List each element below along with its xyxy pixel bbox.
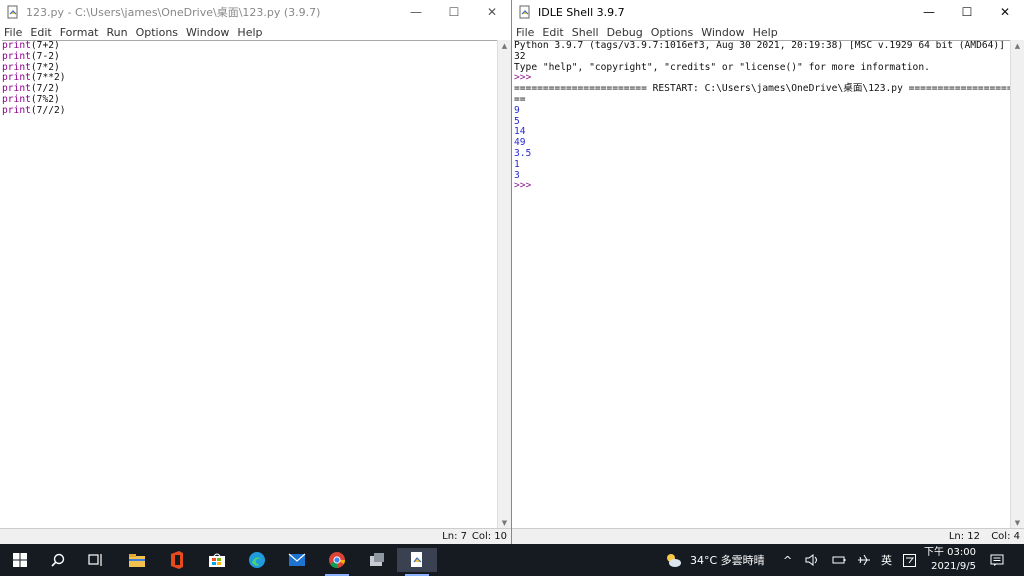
column-indicator: Col: 10 (471, 531, 507, 542)
output-line: 1 (514, 158, 520, 170)
network-airplane-icon[interactable] (857, 544, 871, 576)
editor-scrollbar[interactable]: ▲ ▼ (497, 40, 511, 529)
menu-run[interactable]: Run (107, 26, 128, 39)
office-icon[interactable] (157, 548, 197, 572)
minimize-button[interactable]: — (397, 0, 435, 24)
file-explorer-icon[interactable] (117, 548, 157, 572)
idle-file-icon (6, 5, 20, 19)
menu-help[interactable]: Help (753, 26, 778, 39)
banner-line: Type "help", "copyright", "credits" or "… (514, 61, 930, 73)
editor-statusbar: Ln: 7 Col: 10 (0, 528, 511, 544)
code-line: print(7/2) (2, 83, 60, 95)
output-line: 5 (514, 115, 520, 127)
mail-icon[interactable] (277, 548, 317, 572)
partly-cloudy-icon (667, 554, 681, 567)
menu-file[interactable]: File (4, 26, 22, 39)
editor-title: 123.py - C:\Users\james\OneDrive\桌面\123.… (26, 6, 321, 19)
edge-icon[interactable] (237, 548, 277, 572)
restart-line: == (514, 93, 526, 105)
taskbar: 34°C 多雲時晴 ^ 英 下午 03:00 2021/9/5 (0, 544, 1024, 576)
menu-format[interactable]: Format (60, 26, 99, 39)
menu-edit[interactable]: Edit (542, 26, 563, 39)
output-line: 14 (514, 126, 526, 138)
battery-icon[interactable] (832, 544, 846, 576)
system-clock[interactable]: 下午 03:00 2021/9/5 (924, 546, 976, 574)
idle-shell-icon (518, 5, 532, 19)
code-editor[interactable]: print(7+2) print(7-2) print(7*2) print(7**2… (2, 40, 497, 529)
close-button[interactable]: ✕ (986, 0, 1024, 24)
maximize-button[interactable]: ☐ (948, 0, 986, 24)
shell-titlebar[interactable]: IDLE Shell 3.9.7 — ☐ ✕ (512, 0, 1024, 24)
output-line: 3.5 (514, 147, 532, 159)
editor-window: 123.py - C:\Users\james\OneDrive\桌面\123.… (0, 0, 512, 544)
weather-text: 34°C 多雲時晴 (690, 554, 765, 567)
chrome-icon[interactable] (317, 548, 357, 576)
restart-line: ======================= RESTART: C:\User… (514, 83, 1010, 95)
close-button[interactable]: ✕ (473, 0, 511, 24)
clock-date: 2021/9/5 (931, 561, 976, 572)
editor-titlebar[interactable]: 123.py - C:\Users\james\OneDrive\桌面\123.… (0, 0, 511, 24)
scroll-up-icon[interactable]: ▲ (1011, 40, 1024, 52)
menu-window[interactable]: Window (186, 26, 229, 39)
minimize-button[interactable]: — (910, 0, 948, 24)
menu-options[interactable]: Options (651, 26, 693, 39)
menu-shell[interactable]: Shell (572, 26, 599, 39)
clock-time: 下午 03:00 (924, 547, 976, 558)
volume-icon[interactable] (805, 544, 819, 576)
code-line: print(7*2) (2, 61, 60, 73)
column-indicator: Col: 4 (991, 531, 1020, 542)
app-box-icon[interactable] (357, 548, 397, 572)
banner-line: Python 3.9.7 (tags/v3.9.7:1016ef3, Aug 3… (514, 40, 1010, 51)
search-icon[interactable] (38, 548, 78, 572)
code-line: print(7-2) (2, 50, 60, 62)
editor-menubar: File Edit Format Run Options Window Help (0, 24, 511, 40)
task-view-icon[interactable] (76, 548, 116, 572)
shell-window: IDLE Shell 3.9.7 — ☐ ✕ File Edit Shell D… (512, 0, 1024, 544)
menu-options[interactable]: Options (136, 26, 178, 39)
shell-prompt: >>> (514, 180, 532, 192)
menu-edit[interactable]: Edit (30, 26, 51, 39)
code-line: print(7**2) (2, 72, 66, 84)
store-icon[interactable] (197, 548, 237, 572)
output-line: 49 (514, 137, 526, 149)
scroll-up-icon[interactable]: ▲ (498, 40, 511, 52)
line-indicator: Ln: 7 (442, 531, 467, 542)
shell-menubar: File Edit Shell Debug Options Window Hel… (512, 24, 1024, 40)
ime-mode-icon[interactable] (903, 544, 916, 576)
shell-title: IDLE Shell 3.9.7 (538, 5, 625, 19)
show-hidden-icons-chevron-icon[interactable]: ^ (783, 544, 792, 576)
code-line: print(7%2) (2, 93, 60, 105)
menu-debug[interactable]: Debug (607, 26, 643, 39)
ime-language-indicator[interactable]: 英 (881, 544, 892, 576)
start-windows-icon[interactable] (0, 548, 40, 572)
idle-taskbar-icon[interactable] (397, 548, 437, 576)
weather-widget[interactable]: 34°C 多雲時晴 (664, 544, 765, 576)
code-line: print(7//2) (2, 104, 66, 116)
maximize-button[interactable]: ☐ (435, 0, 473, 24)
notification-center-icon[interactable] (990, 544, 1004, 576)
menu-help[interactable]: Help (237, 26, 262, 39)
shell-console[interactable]: Python 3.9.7 (tags/v3.9.7:1016ef3, Aug 3… (514, 40, 1010, 529)
line-indicator: Ln: 12 (948, 531, 980, 542)
shell-statusbar: Ln: 12 Col: 4 (512, 528, 1024, 544)
menu-file[interactable]: File (516, 26, 534, 39)
output-line: 3 (514, 169, 520, 181)
output-line: 9 (514, 104, 520, 116)
menu-window[interactable]: Window (701, 26, 744, 39)
code-line: print(7+2) (2, 40, 60, 51)
banner-line: 32 (514, 50, 526, 62)
shell-scrollbar[interactable]: ▲ ▼ (1010, 40, 1024, 529)
